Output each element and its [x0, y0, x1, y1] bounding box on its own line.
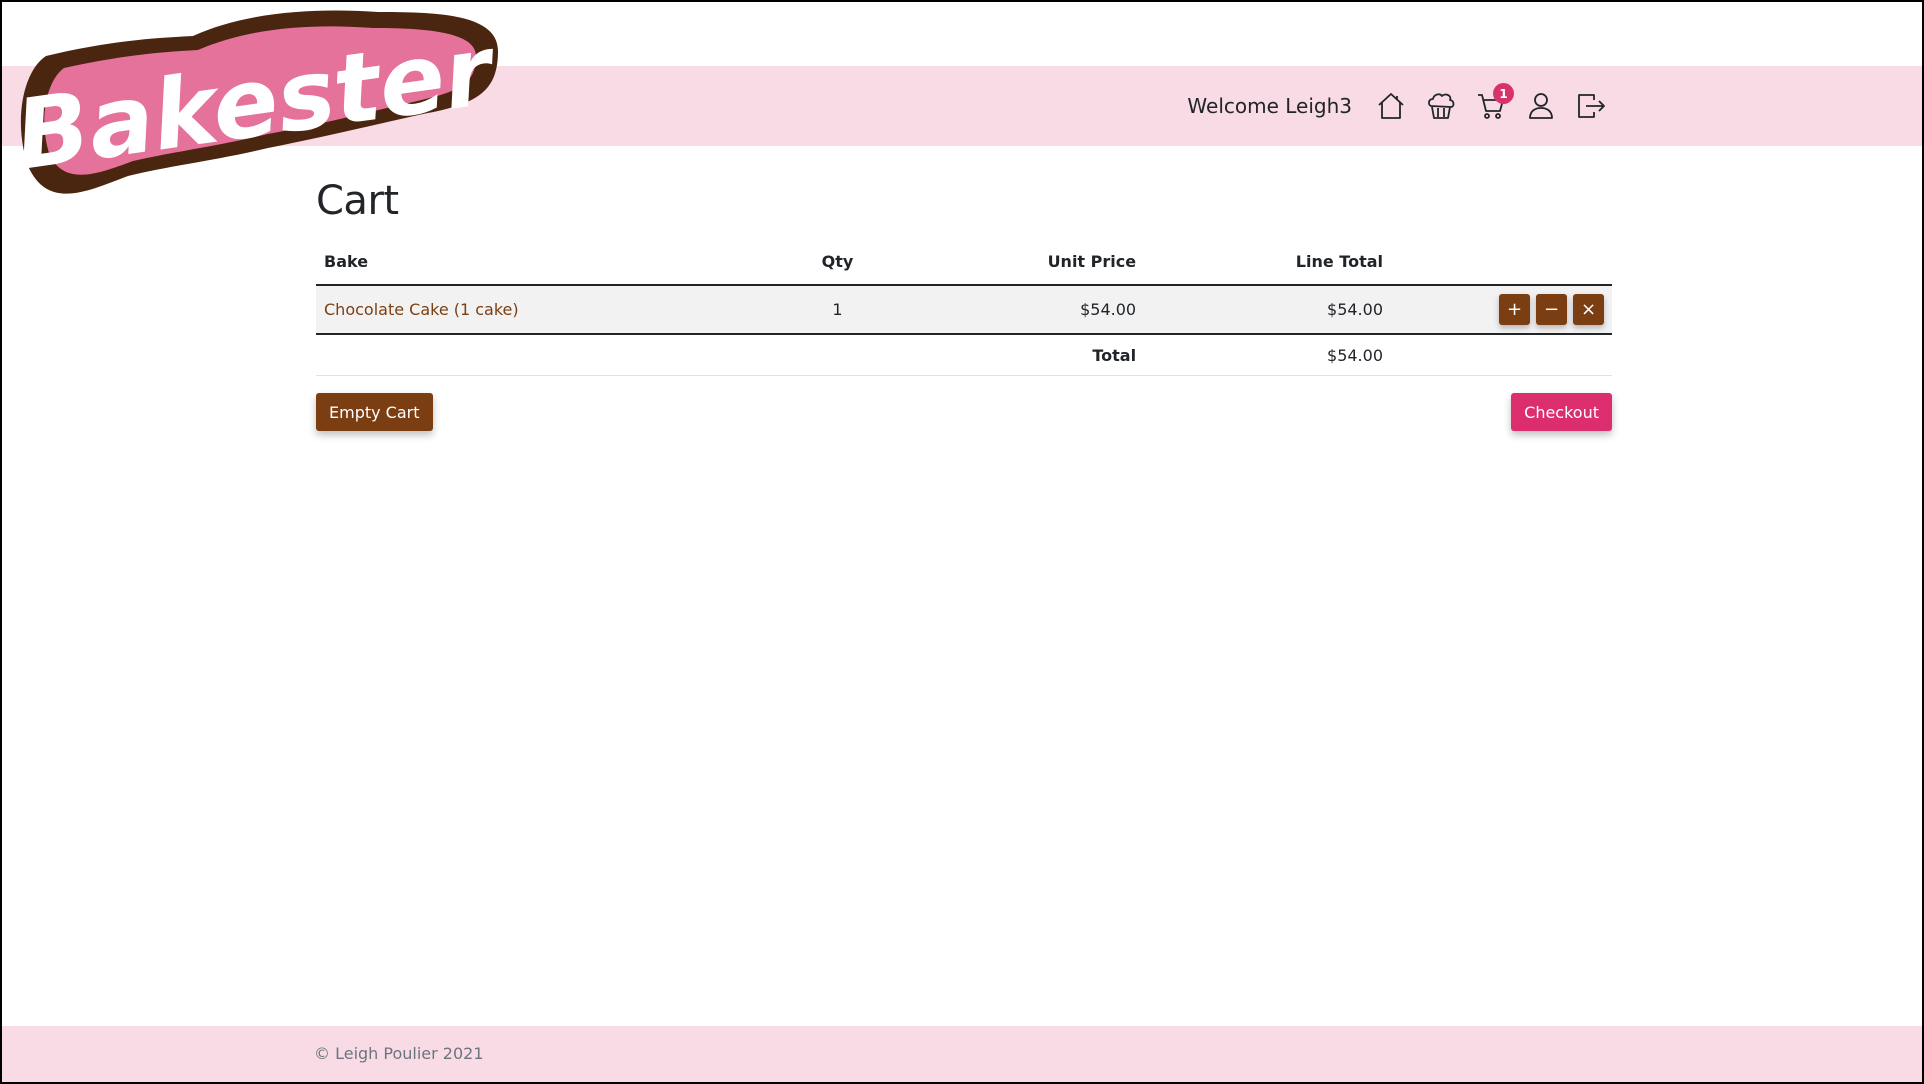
cell-bake: Chocolate Cake (1 cake)	[316, 285, 786, 335]
empty-cart-button[interactable]: Empty Cart	[316, 393, 433, 431]
cart-count-badge: 1	[1493, 83, 1514, 104]
main-nav: Welcome Leigh3 1	[1187, 66, 1606, 146]
col-header-bake: Bake	[316, 238, 786, 286]
col-header-actions	[1391, 238, 1612, 286]
welcome-text: Welcome Leigh3	[1187, 94, 1352, 118]
cart-table: Bake Qty Unit Price Line Total Chocolate…	[316, 238, 1612, 376]
footer: © Leigh Poulier 2021	[2, 1026, 1922, 1082]
checkout-button[interactable]: Checkout	[1511, 393, 1612, 431]
bake-link[interactable]: Chocolate Cake (1 cake)	[324, 300, 519, 319]
cell-actions: + − ×	[1391, 285, 1612, 335]
col-header-line-total: Line Total	[1144, 238, 1391, 286]
cupcake-icon[interactable]	[1426, 91, 1456, 121]
cart-buttons: Empty Cart Checkout	[316, 393, 1612, 431]
main-content: Cart Bake Qty Unit Price Line Total Choc…	[316, 178, 1612, 431]
cell-line-total: $54.00	[1144, 285, 1391, 335]
total-row: Total $54.00	[316, 334, 1612, 376]
copyright-text: © Leigh Poulier 2021	[314, 1044, 484, 1063]
total-value: $54.00	[1144, 334, 1391, 376]
page-title: Cart	[316, 178, 399, 224]
home-icon[interactable]	[1376, 91, 1406, 121]
cell-unit-price: $54.00	[889, 285, 1145, 335]
bakester-logo[interactable]: Bakester	[9, 6, 508, 206]
cell-qty: 1	[785, 285, 890, 335]
total-spacer	[1391, 334, 1612, 376]
decrease-qty-button[interactable]: −	[1536, 294, 1567, 325]
col-header-unit-price: Unit Price	[889, 238, 1145, 286]
user-icon[interactable]	[1526, 91, 1556, 121]
total-spacer	[785, 334, 890, 376]
logout-icon[interactable]	[1576, 91, 1606, 121]
table-row: Chocolate Cake (1 cake) 1 $54.00 $54.00 …	[316, 285, 1612, 335]
cart-icon[interactable]: 1	[1476, 83, 1514, 121]
total-spacer	[316, 334, 786, 376]
row-actions: + − ×	[1399, 294, 1604, 325]
col-header-qty: Qty	[785, 238, 890, 286]
increase-qty-button[interactable]: +	[1499, 294, 1530, 325]
remove-item-button[interactable]: ×	[1573, 294, 1604, 325]
table-header-row: Bake Qty Unit Price Line Total	[316, 238, 1612, 286]
logo-graphic: Bakester	[9, 10, 504, 194]
total-label: Total	[889, 334, 1145, 376]
